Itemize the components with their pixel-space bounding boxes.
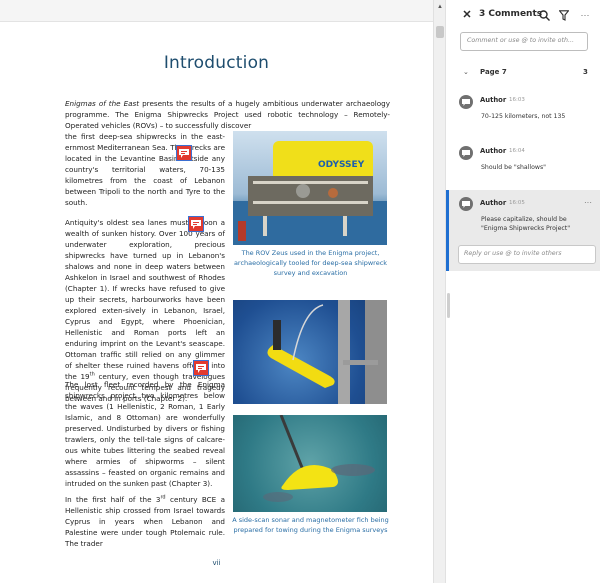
comment-marker[interactable] xyxy=(188,216,204,232)
book-title: Enigmas of the East xyxy=(65,99,140,108)
sonar-illustration xyxy=(263,415,375,502)
comment-time: 16:03 xyxy=(509,97,525,103)
paragraph-1-wide: Enigmas of the East presents the results… xyxy=(65,98,390,131)
comment-icon xyxy=(196,363,206,373)
comment-marker[interactable] xyxy=(193,360,209,376)
comments-header: ✕ 3 Comments ··· xyxy=(446,6,600,26)
paragraph-3: The lost fleet recorded by the Enigma sh… xyxy=(65,380,225,488)
comments-panel: ✕ 3 Comments ··· Comment or use @ to inv… xyxy=(446,0,600,583)
search-comments-button[interactable] xyxy=(537,8,551,22)
add-comment-input[interactable]: Comment or use @ to invite oth... xyxy=(460,32,588,51)
comment-time: 16:04 xyxy=(509,148,525,154)
comment-author: Author xyxy=(480,147,507,155)
document-page: Introduction Enigmas of the East present… xyxy=(0,23,433,583)
page-top-edge xyxy=(0,0,433,22)
comment-text: 70-125 kilometers, not 135 xyxy=(481,113,566,120)
paragraph-2-text-a: Antiquity's oldest sea lanes must cocoon… xyxy=(65,218,225,381)
page-group-count: 3 xyxy=(583,68,588,76)
reply-input[interactable]: Reply or use @ to invite others xyxy=(458,245,596,264)
comment-bubble-icon xyxy=(462,149,470,157)
comment-item[interactable]: Author 16:03 70-125 kilometers, not 135 xyxy=(446,92,600,132)
avatar xyxy=(459,197,473,211)
chevron-down-icon[interactable]: ⌄ xyxy=(463,68,471,76)
panel-resize-handle[interactable] xyxy=(447,293,450,318)
comment-time: 16:05 xyxy=(509,200,525,206)
comment-bubble-icon xyxy=(462,200,470,208)
avatar xyxy=(459,95,473,109)
scroll-up-arrow[interactable]: ▲ xyxy=(436,3,444,11)
paragraph-1-narrow: the first deep-sea shipwrecks in the eas… xyxy=(65,132,225,207)
comment-icon xyxy=(191,219,201,229)
figure-caption-rov: The ROV Zeus used in the Enigma project,… xyxy=(233,249,388,277)
paragraph-4: In the first half of the 3rd century BCE… xyxy=(65,494,225,549)
comment-icon xyxy=(179,148,189,158)
page-number: vii xyxy=(212,559,221,567)
rov-brand-label: ODYSSEY xyxy=(318,160,365,170)
scrollbar-thumb[interactable] xyxy=(436,26,444,38)
comment-more-button[interactable]: ··· xyxy=(584,198,592,207)
close-panel-button[interactable]: ✕ xyxy=(461,9,473,21)
page-group-label: Page 7 xyxy=(480,68,507,76)
comments-count-title: 3 Comments xyxy=(479,9,543,19)
avatar xyxy=(459,146,473,160)
rov-illustration: ODYSSEY xyxy=(233,141,387,245)
towfish-photo xyxy=(233,300,387,404)
document-viewer[interactable]: Introduction Enigmas of the East present… xyxy=(0,0,433,583)
vertical-scrollbar[interactable]: ▲ xyxy=(433,0,445,583)
page-group-header[interactable]: ⌄ Page 7 3 xyxy=(446,67,600,81)
comment-author: Author xyxy=(480,96,507,104)
comment-text: Please capitalize, should be "Enigma Shi… xyxy=(481,216,571,232)
filter-comments-button[interactable] xyxy=(557,8,571,22)
rov-photo: ODYSSEY xyxy=(233,131,387,245)
sonar-fish-photo xyxy=(233,415,387,512)
towfish-illustration xyxy=(267,300,387,404)
figure-caption-sonar: A side-scan sonar and magnetometer fich … xyxy=(232,516,389,534)
filter-icon xyxy=(559,9,569,21)
paragraph-4-text-a: In the first half of the 3 xyxy=(65,495,161,504)
page-title: Introduction xyxy=(163,53,270,73)
comment-marker[interactable] xyxy=(176,145,192,161)
pdf-viewer-app: Introduction Enigmas of the East present… xyxy=(0,0,600,583)
search-icon xyxy=(538,9,550,21)
comment-bubble-icon xyxy=(462,98,470,106)
comment-item[interactable]: Author 16:04 Should be "shallows" xyxy=(446,143,600,183)
comment-author: Author xyxy=(480,199,507,207)
more-options-button[interactable]: ··· xyxy=(578,8,592,22)
comment-text: Should be "shallows" xyxy=(481,164,547,171)
comment-item-selected[interactable]: Author 16:05 ··· Please capitalize, shou… xyxy=(446,190,600,271)
